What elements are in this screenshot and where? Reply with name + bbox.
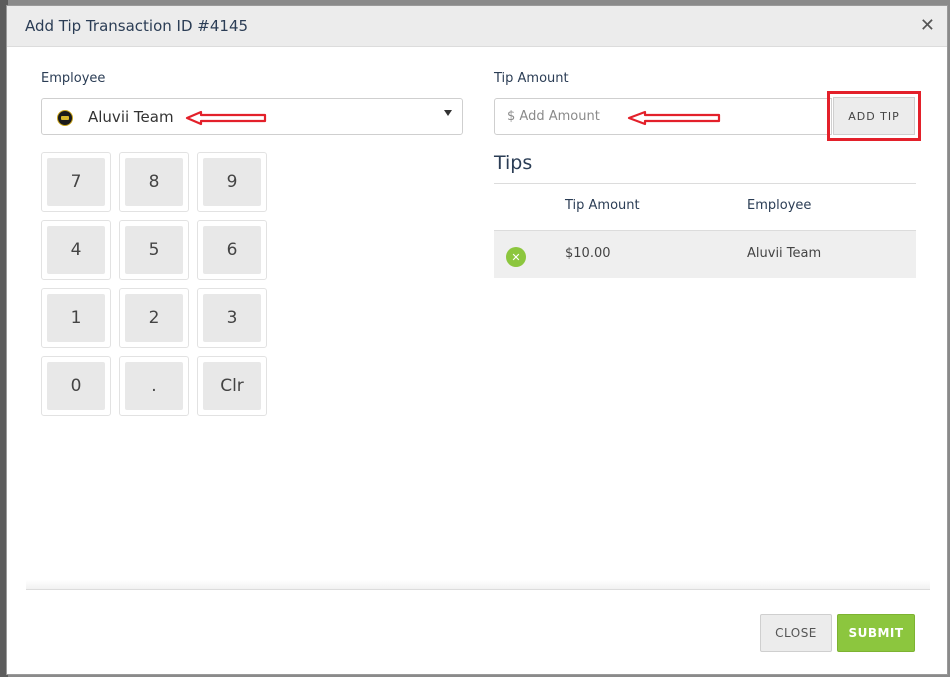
tips-heading: Tips (494, 152, 533, 174)
annotation-arrow-left-icon (185, 110, 267, 126)
column-header-employee: Employee (747, 198, 812, 213)
add-tip-button[interactable]: ADD TIP (833, 97, 915, 135)
keypad-key-2[interactable]: 2 (119, 288, 189, 348)
divider (494, 183, 916, 184)
keypad-key-8[interactable]: 8 (119, 152, 189, 212)
keypad-key-7[interactable]: 7 (41, 152, 111, 212)
annotation-arrow-left-icon (627, 110, 721, 126)
chevron-down-icon (444, 110, 452, 116)
footer-divider (26, 589, 930, 590)
employee-cell: Aluvii Team (747, 246, 822, 261)
modal-title: Add Tip Transaction ID #4145 (25, 17, 249, 35)
tip-amount-cell: $10.00 (565, 246, 611, 261)
modal-header: Add Tip Transaction ID #4145 ✕ (7, 6, 947, 47)
keypad-key-4[interactable]: 4 (41, 220, 111, 280)
team-logo-icon (57, 110, 73, 126)
keypad-key-6[interactable]: 6 (197, 220, 267, 280)
remove-icon[interactable]: ✕ (506, 247, 526, 267)
table-row: ✕ $10.00 Aluvii Team (494, 231, 916, 278)
keypad-key-1[interactable]: 1 (41, 288, 111, 348)
add-tip-modal: Add Tip Transaction ID #4145 ✕ Employee … (6, 5, 948, 675)
tip-amount-label: Tip Amount (494, 71, 569, 86)
keypad-key-5[interactable]: 5 (119, 220, 189, 280)
employee-selected-value: Aluvii Team (88, 108, 174, 126)
close-icon[interactable]: ✕ (920, 15, 935, 36)
keypad-key-decimal[interactable]: . (119, 356, 189, 416)
column-header-tip-amount: Tip Amount (565, 198, 640, 213)
submit-button[interactable]: SUBMIT (837, 614, 915, 652)
keypad-key-clear[interactable]: Clr (197, 356, 267, 416)
close-button[interactable]: CLOSE (760, 614, 832, 652)
keypad-key-3[interactable]: 3 (197, 288, 267, 348)
keypad-key-9[interactable]: 9 (197, 152, 267, 212)
employee-label: Employee (41, 71, 106, 86)
keypad-key-0[interactable]: 0 (41, 356, 111, 416)
